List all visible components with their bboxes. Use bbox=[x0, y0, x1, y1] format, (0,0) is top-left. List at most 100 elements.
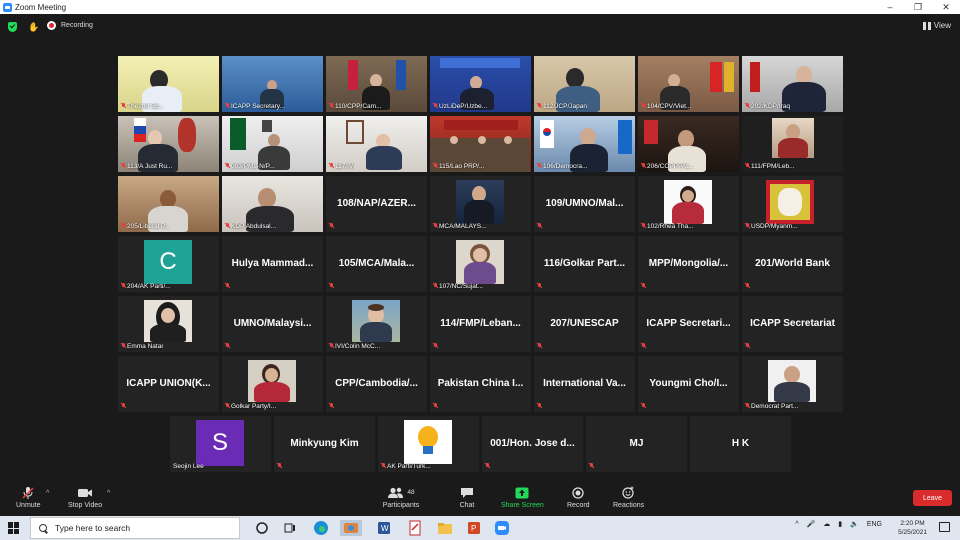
minimize-icon[interactable]: – bbox=[876, 0, 904, 14]
network-tray-icon[interactable]: ☁ bbox=[823, 520, 830, 528]
participant-tile[interactable]: IVI/Colin McC... bbox=[326, 296, 427, 352]
tray-overflow-chevron-icon[interactable]: ^ bbox=[795, 521, 798, 528]
security-shield-icon[interactable] bbox=[8, 22, 17, 32]
zoom-app-icon[interactable] bbox=[494, 520, 510, 536]
muted-mic-icon bbox=[641, 223, 646, 229]
participant-tile[interactable]: MPP/Mongolia/... bbox=[638, 236, 739, 292]
participant-tile[interactable]: 112/JCP/Japan bbox=[534, 56, 635, 112]
record-button[interactable]: Record bbox=[567, 486, 590, 509]
word-icon[interactable]: W bbox=[376, 520, 392, 536]
photos-app-icon[interactable] bbox=[340, 520, 362, 536]
participant-tile[interactable]: ICAPP Secretariat bbox=[742, 296, 843, 352]
participant-tile[interactable]: 105/MCA/Mala... bbox=[326, 236, 427, 292]
close-icon[interactable]: ✕ bbox=[932, 0, 960, 14]
audio-options-chevron-icon[interactable]: ^ bbox=[46, 490, 49, 497]
participant-tile[interactable]: Pakistan China I... bbox=[430, 356, 531, 412]
recording-indicator[interactable]: Recording bbox=[47, 21, 93, 30]
volume-tray-icon[interactable]: 🔈 bbox=[850, 520, 859, 528]
task-view-icon[interactable] bbox=[282, 520, 298, 536]
taskbar-search-box[interactable]: Type here to search bbox=[30, 517, 240, 539]
participant-name: 109/UMNO/Mal... bbox=[545, 198, 624, 209]
participant-name: Seojin Lee bbox=[173, 463, 204, 470]
participant-tile[interactable]: 207/UNESCAP bbox=[534, 296, 635, 352]
unmute-button[interactable]: Unmute bbox=[16, 486, 41, 509]
participant-name: MPP/Mongolia/... bbox=[648, 258, 729, 269]
profile-photo bbox=[768, 360, 816, 402]
leave-button[interactable]: Leave bbox=[913, 490, 952, 506]
participant-name: 205/Liberal P... bbox=[127, 223, 170, 230]
participant-tile[interactable]: 104/CPV/Viet... bbox=[638, 56, 739, 112]
view-button[interactable]: View bbox=[922, 21, 951, 30]
participant-tile[interactable]: ICAPP Secretary... bbox=[222, 56, 323, 112]
participant-name: 108/NAP/AZER... bbox=[337, 198, 416, 209]
participant-tile[interactable]: 110/CPP/Cam... bbox=[326, 56, 427, 112]
participant-tile[interactable]: MJ bbox=[586, 416, 687, 472]
participant-tile[interactable]: 116/Golkar Part... bbox=[534, 236, 635, 292]
participant-name: MJ bbox=[629, 438, 644, 449]
avatar: S bbox=[196, 420, 244, 466]
taskbar-clock[interactable]: 2:20 PM 5/25/2021 bbox=[898, 519, 927, 537]
participant-tile[interactable]: ICAPP UNION(K... bbox=[118, 356, 219, 412]
participant-tile[interactable]: Emma Natar bbox=[118, 296, 219, 352]
muted-mic-icon bbox=[433, 163, 438, 169]
participant-tile[interactable]: 117/IVI bbox=[326, 116, 427, 172]
windows-start-icon[interactable] bbox=[8, 522, 20, 534]
participant-tile[interactable]: 102/Rhea Tha... bbox=[638, 176, 739, 232]
file-explorer-icon[interactable] bbox=[437, 520, 453, 536]
share-screen-button[interactable]: Share Screen bbox=[501, 486, 544, 509]
participant-tile[interactable]: MCA/MALAYS... bbox=[430, 176, 531, 232]
participant-tile[interactable]: 111/FPM/Leb... bbox=[742, 116, 843, 172]
participant-tile[interactable]: 109/UMNO/Mal... bbox=[534, 176, 635, 232]
participant-tile[interactable]: 202/KDP/Iraq bbox=[742, 56, 843, 112]
participants-button[interactable]: 48 Participants bbox=[381, 486, 421, 509]
stop-video-button[interactable]: Stop Video bbox=[68, 486, 102, 509]
notifications-icon[interactable] bbox=[939, 522, 950, 532]
muted-mic-icon bbox=[641, 163, 646, 169]
participant-tile[interactable]: Youngmi Cho/I... bbox=[638, 356, 739, 412]
participant-tile[interactable]: International Va... bbox=[534, 356, 635, 412]
participant-tile[interactable]: 115/Lao PRP/... bbox=[430, 116, 531, 172]
video-options-chevron-icon[interactable]: ^ bbox=[107, 490, 110, 497]
participant-tile[interactable]: 107/NC/Sujat... bbox=[430, 236, 531, 292]
remote-control-icon[interactable]: ✋ bbox=[28, 22, 39, 32]
participant-name: ICAPP Secretariat bbox=[750, 318, 835, 329]
participant-tile[interactable]: AK Parti/Turk... bbox=[378, 416, 479, 472]
battery-tray-icon[interactable]: ▮ bbox=[838, 520, 842, 528]
muted-mic-icon bbox=[589, 463, 594, 469]
participant-tile[interactable]: 206/COPPPAL... bbox=[638, 116, 739, 172]
participant-tile[interactable]: 003/PML-N/P... bbox=[222, 116, 323, 172]
participant-tile[interactable]: The2nd Sp... bbox=[118, 56, 219, 112]
participant-tile[interactable]: 114/FMP/Leban... bbox=[430, 296, 531, 352]
maximize-icon[interactable]: ❐ bbox=[904, 0, 932, 14]
participant-tile[interactable]: UMNO/Malaysi... bbox=[222, 296, 323, 352]
participant-tile[interactable]: Democrat Part... bbox=[742, 356, 843, 412]
participant-tile[interactable]: CPP/Cambodia/... bbox=[326, 356, 427, 412]
participant-tile[interactable]: 106/Democra... bbox=[534, 116, 635, 172]
reactions-button[interactable]: Reactions bbox=[613, 486, 644, 509]
participant-name: 202/KDP/Iraq bbox=[751, 103, 791, 110]
chat-button[interactable]: Chat bbox=[459, 486, 475, 509]
participant-tile[interactable]: KDP Abdulsal... bbox=[222, 176, 323, 232]
participant-tile[interactable]: S Seojin Lee bbox=[170, 416, 271, 472]
powerpoint-icon[interactable]: P bbox=[466, 520, 482, 536]
pdf-reader-icon[interactable] bbox=[407, 520, 423, 536]
participant-tile[interactable]: Golkar Party/I... bbox=[222, 356, 323, 412]
participant-tile[interactable]: USDP/Myanm... bbox=[742, 176, 843, 232]
record-label: Record bbox=[567, 502, 590, 509]
muted-mic-icon bbox=[121, 283, 126, 289]
microphone-tray-icon[interactable]: 🎤 bbox=[807, 520, 816, 528]
participant-tile[interactable]: Minkyung Kim bbox=[274, 416, 375, 472]
participant-tile[interactable]: Hulya Mammad... bbox=[222, 236, 323, 292]
participant-tile[interactable]: UzLiDeP/Uzbe... bbox=[430, 56, 531, 112]
participant-tile[interactable]: H K bbox=[690, 416, 791, 472]
participant-tile[interactable]: 113/A Just Ru... bbox=[118, 116, 219, 172]
input-language[interactable]: ENG bbox=[867, 521, 882, 528]
participant-tile[interactable]: C 204/AK Parti/... bbox=[118, 236, 219, 292]
cortana-icon[interactable] bbox=[254, 520, 270, 536]
participant-tile[interactable]: 205/Liberal P... bbox=[118, 176, 219, 232]
edge-browser-icon[interactable] bbox=[313, 520, 329, 536]
participant-tile[interactable]: 108/NAP/AZER... bbox=[326, 176, 427, 232]
participant-tile[interactable]: ICAPP Secretari... bbox=[638, 296, 739, 352]
participant-tile[interactable]: 201/World Bank bbox=[742, 236, 843, 292]
participant-tile[interactable]: 001/Hon. Jose d... bbox=[482, 416, 583, 472]
